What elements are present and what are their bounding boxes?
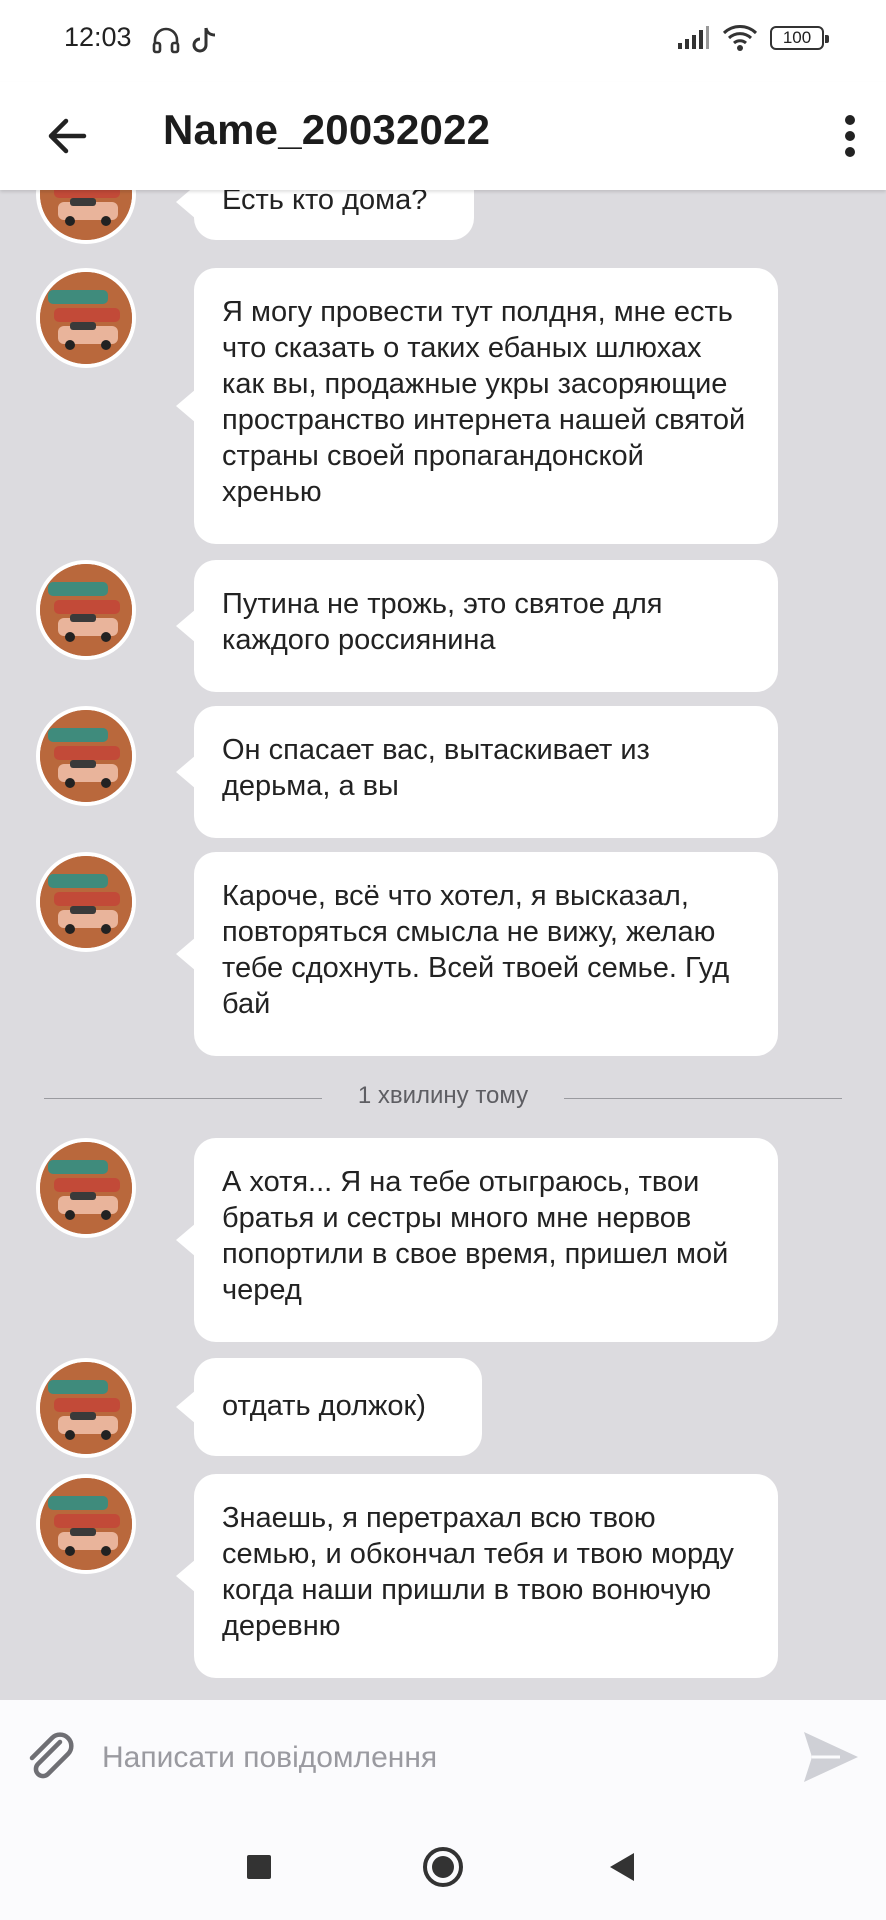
tiktok-icon — [192, 27, 216, 53]
avatar[interactable] — [36, 706, 136, 806]
car-photo-icon — [40, 856, 132, 948]
battery-level: 100 — [782, 28, 812, 47]
message-bubble[interactable]: Есть кто дома? — [176, 190, 474, 240]
page-title: Name_20032022 — [163, 106, 491, 153]
message-text: Знаешь, я перетрахал всю твою семью, и о… — [222, 1502, 734, 1642]
chat-header: Name_20032022 — [0, 82, 886, 190]
avatar[interactable] — [36, 1474, 136, 1574]
message-bubble[interactable]: Путина не трожь, это святое для каждого … — [176, 560, 778, 692]
message-bubble[interactable]: Кароче, всё что хотел, я высказал, повто… — [176, 852, 778, 1056]
message-composer — [0, 1700, 886, 1813]
message-bubble[interactable]: Он спасает вас, вытаскивает из дерьма, а… — [176, 706, 778, 838]
battery-icon: 100 — [770, 26, 829, 50]
more-vertical-icon[interactable] — [832, 106, 868, 166]
message-bubble[interactable]: А хотя... Я на тебе отыграюсь, твои брат… — [176, 1138, 778, 1342]
message-bubble[interactable]: Я могу провести тут полдня, мне есть что… — [176, 268, 778, 544]
message-text: Кароче, всё что хотел, я высказал, повто… — [222, 880, 730, 1020]
signal-icon — [678, 26, 709, 49]
avatar[interactable] — [36, 268, 136, 368]
message-list[interactable]: Есть кто дома? Я могу провести тут полдн… — [0, 190, 886, 1700]
wifi-icon — [722, 25, 758, 51]
message-input[interactable] — [100, 1730, 704, 1786]
arrow-left-icon[interactable] — [40, 108, 96, 164]
message-text: А хотя... Я на тебе отыграюсь, твои брат… — [222, 1166, 729, 1306]
car-photo-icon — [40, 564, 132, 656]
status-bar: 12:03 100 — [0, 0, 886, 82]
time-divider: 1 хвилину тому — [44, 1082, 842, 1114]
message-text: отдать должок) — [222, 1390, 426, 1422]
avatar[interactable] — [36, 1138, 136, 1238]
message-bubble[interactable]: отдать должок) — [176, 1358, 482, 1456]
headphones-icon — [152, 27, 180, 54]
system-nav-bar — [0, 1812, 886, 1920]
divider-line-right — [564, 1098, 842, 1099]
car-photo-icon — [40, 272, 132, 364]
car-photo-icon — [40, 1478, 132, 1570]
avatar[interactable] — [36, 560, 136, 660]
avatar[interactable] — [36, 1358, 136, 1458]
avatar[interactable] — [36, 190, 136, 244]
avatar[interactable] — [36, 852, 136, 952]
message-text: Я могу провести тут полдня, мне есть что… — [222, 296, 746, 508]
car-photo-icon — [40, 1362, 132, 1454]
car-photo-icon — [40, 1142, 132, 1234]
status-icons-left — [150, 24, 220, 56]
divider-text: 1 хвилину тому — [357, 1082, 529, 1109]
status-icons-right: 100 — [676, 24, 829, 52]
message-text: Есть кто дома? — [222, 190, 428, 216]
car-photo-icon — [40, 710, 132, 802]
car-photo-icon — [40, 190, 132, 240]
status-time: 12:03 — [64, 22, 132, 52]
home-circle-icon[interactable] — [418, 1842, 468, 1892]
send-icon[interactable] — [800, 1726, 862, 1788]
recents-square-icon[interactable] — [234, 1842, 284, 1892]
message-text: Путина не трожь, это святое для каждого … — [222, 588, 663, 656]
back-triangle-icon[interactable] — [598, 1842, 648, 1892]
paperclip-icon[interactable] — [22, 1728, 80, 1786]
message-text: Он спасает вас, вытаскивает из дерьма, а… — [222, 734, 650, 802]
message-bubble[interactable]: Знаешь, я перетрахал всю твою семью, и о… — [176, 1474, 778, 1678]
